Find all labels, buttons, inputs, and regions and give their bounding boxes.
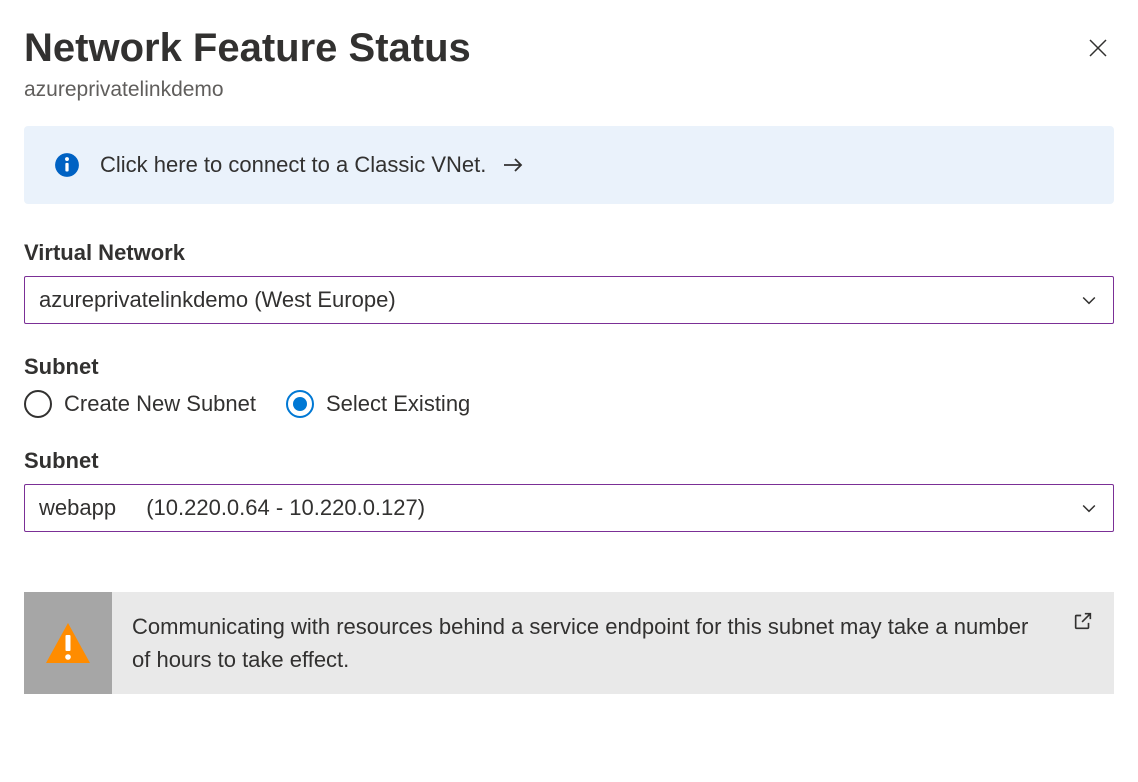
arrow-right-icon [501,153,525,177]
chevron-down-icon [1079,290,1099,310]
page-subtitle: azureprivatelinkdemo [24,78,1114,102]
radio-create-new-label: Create New Subnet [64,391,256,417]
radio-select-existing-label: Select Existing [326,391,470,417]
virtual-network-label: Virtual Network [24,240,1114,266]
virtual-network-select[interactable]: azureprivatelinkdemo (West Europe) [24,276,1114,324]
warning-text: Communicating with resources behind a se… [112,592,1072,694]
external-link-icon[interactable] [1072,610,1094,632]
warning-icon [44,619,92,667]
radio-create-new-subnet[interactable]: Create New Subnet [24,390,256,418]
page-title: Network Feature Status [24,24,471,72]
radio-circle-selected-icon [286,390,314,418]
subnet-mode-label: Subnet [24,354,1114,380]
subnet-value: webapp (10.220.0.64 - 10.220.0.127) [39,495,425,521]
warning-icon-container [24,592,112,694]
radio-circle-icon [24,390,52,418]
warning-banner: Communicating with resources behind a se… [24,592,1114,694]
info-banner-text: Click here to connect to a Classic VNet. [100,152,486,178]
classic-vnet-banner[interactable]: Click here to connect to a Classic VNet. [24,126,1114,204]
subnet-label: Subnet [24,448,1114,474]
subnet-select[interactable]: webapp (10.220.0.64 - 10.220.0.127) [24,484,1114,532]
close-icon [1086,36,1110,60]
chevron-down-icon [1079,498,1099,518]
subnet-name: webapp [39,495,116,521]
virtual-network-value: azureprivatelinkdemo (West Europe) [39,287,396,313]
close-button[interactable] [1082,32,1114,64]
info-icon [54,152,80,178]
radio-select-existing[interactable]: Select Existing [286,390,470,418]
subnet-mode-radio-group: Create New Subnet Select Existing [24,390,1114,418]
subnet-range: (10.220.0.64 - 10.220.0.127) [146,495,425,521]
